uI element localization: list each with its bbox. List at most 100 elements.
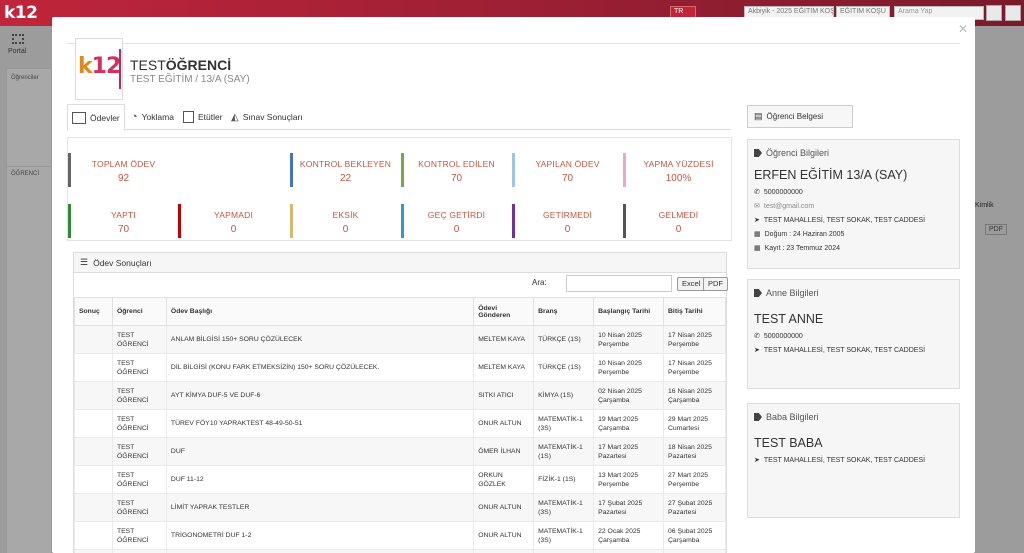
close-icon[interactable]: ✕: [956, 22, 970, 36]
table-cell: TÜRKÇE (1S): [533, 325, 595, 354]
table-cell: ONUR ALTUN: [473, 549, 535, 553]
column-header-2[interactable]: Ödev Başlığı: [165, 297, 475, 326]
stat-stats_bottom-5: GELMEDİ 0: [623, 204, 731, 238]
tag-icon: [754, 413, 762, 421]
student-email: ✉ test@gmail.com: [754, 202, 815, 211]
table-cell: MELTEM KAYA: [473, 353, 535, 382]
table-cell: 17 Nisan 2025 Perşembe: [663, 353, 726, 382]
column-header-0[interactable]: Sonuç: [74, 297, 113, 326]
tab-yoklama[interactable]: ◔ Yoklama: [127, 104, 178, 130]
table-cell: 27 Şubat 2025 Pazartesi: [663, 493, 726, 522]
table-row[interactable]: TEST ÖĞRENCİ TÜREV FÖY10 YAPRAKTEST 48-49…: [74, 409, 726, 438]
stat-stats_top-1: KONTROL BEKLEYEN 22: [290, 153, 398, 187]
table-cell: 19 Mart 2025 Çarşamba: [593, 409, 665, 438]
table-cell: 16 Ocak 2025: [663, 549, 726, 553]
table-cell: TÜRKÇE (1S): [533, 353, 595, 382]
table-cell: 27 Mart 2025 Perşembe: [663, 465, 726, 494]
tab-odevler[interactable]: Ödevler: [67, 104, 125, 131]
stat-value: 0: [453, 224, 460, 235]
bg-panel-label: Öğrenciler: [11, 75, 39, 81]
column-header-4[interactable]: Branş: [533, 297, 595, 326]
phone-icon: ✆: [754, 189, 760, 196]
area-chart-icon: ◭: [231, 111, 239, 123]
table-cell: 10 Nisan 2025 Perşembe: [593, 353, 665, 382]
table-cell: [74, 409, 113, 438]
search-icon[interactable]: [986, 5, 1002, 21]
table-cell: DUF 11-12: [165, 465, 475, 494]
table-search-input[interactable]: [566, 275, 672, 292]
calendar-icon: ▦: [754, 231, 761, 238]
column-header-1[interactable]: Öğrenci: [111, 297, 167, 326]
stat-value: 70: [561, 173, 574, 184]
table-cell: TEST ÖĞRENCİ: [111, 381, 167, 410]
table-cell: ONUR ALTUN: [473, 493, 535, 522]
stat-stats_bottom-2: EKSİK 0: [290, 204, 398, 238]
stat-label: EKSİK: [332, 210, 359, 220]
table-cell: MATEMATİK-1: [533, 549, 595, 553]
stat-label: KONTROL BEKLEYEN: [299, 159, 392, 169]
tab-etutler[interactable]: Etütler: [179, 104, 227, 130]
table-cell: 17 Şubat 2025 Pazartesi: [593, 493, 665, 522]
bg-list-label: ÖĞRENCİ: [11, 171, 40, 177]
table-cell: [74, 353, 113, 382]
bg-kimlik-button[interactable]: Kimlik: [975, 202, 994, 209]
table-row[interactable]: TEST ÖĞRENCİ TRİGONOMETRİ DUF 1-2 ONUR ALT…: [74, 521, 726, 550]
school-logo: k12: [75, 38, 123, 100]
stat-stats_top-4: YAPMA YÜZDESİ 100%: [623, 153, 731, 187]
table-cell: TRİGONOMETRİ 19-20-21-22-23-25-26 YAPRAK…: [165, 549, 475, 553]
student-birth: ▦ Doğum : 24 Haziran 2005: [754, 230, 845, 239]
table-cell: 16 Nisan 2025 Çarşamba: [663, 381, 726, 410]
table-cell: [74, 325, 113, 354]
stat-stats_bottom-0: YAPTI 70: [68, 204, 176, 238]
table-row[interactable]: TEST ÖĞRENCİ LİMİT YAPRAK TESTLER ONUR ALT…: [74, 493, 726, 522]
results-table: Sonuç Öğrenci Ödev Başlığı Ödevi Gönderen Br…: [74, 297, 726, 553]
table-row[interactable]: TEST ÖĞRENCİ ANLAM BİLGİSİ 150+ SORU ÇÖZÜ…: [74, 325, 726, 354]
table-cell: 17 Mart 2025 Pazartesi: [593, 437, 665, 466]
logo-k: k: [78, 54, 93, 79]
location-arrow-icon: ➤: [754, 347, 760, 354]
student-document-button[interactable]: ▤ Öğrenci Belgesi: [747, 105, 853, 128]
table-cell: LİMİT YAPRAK TESTLER: [165, 493, 475, 522]
bg-list: ÖĞRENCİ: [6, 166, 52, 553]
stat-stats_top-3: YAPILAN ÖDEV 70: [512, 153, 620, 187]
table-row[interactable]: TEST ÖĞRENCİ AYT KİMYA DUF-5 VE DUF-6 SITK…: [74, 381, 726, 410]
rss-icon: ◔: [131, 111, 138, 123]
phone-icon: ✆: [754, 333, 760, 340]
column-header-3[interactable]: Ödevi Gönderen: [473, 297, 535, 326]
mother-address: ➤ TEST MAHALLESİ, TEST SOKAK, TEST CADDES…: [754, 346, 926, 355]
table-cell: TEST ÖĞRENCİ: [111, 409, 167, 438]
column-header-5[interactable]: Başlangıç Tarihi: [593, 297, 665, 326]
table-cell: KİMYA (1S): [533, 381, 595, 410]
table-row[interactable]: TEST ÖĞRENCİ DUF 11-12 ORKUN GÖZLEK FİZİK-1…: [74, 465, 726, 494]
table-cell: DUF: [165, 437, 475, 466]
table-row[interactable]: TEST ÖĞRENCİ DİL BİLGİSİ (KONU FARK ETMEK…: [74, 353, 726, 382]
stat-value: 0: [675, 224, 682, 235]
app-logo[interactable]: k12: [4, 3, 38, 23]
settings-icon[interactable]: [1005, 5, 1021, 21]
stat-value: 0: [342, 224, 349, 235]
table-cell: TEST: [111, 549, 167, 553]
pdf-button[interactable]: PDF: [703, 277, 728, 291]
tab-sinav-sonuclari[interactable]: ◭ Sınav Sonuçları: [227, 104, 307, 130]
table-cell: [74, 381, 113, 410]
table-cell: MATEMATİK-1 (1S): [533, 437, 595, 466]
location-arrow-icon: ➤: [754, 457, 760, 464]
apps-grid-icon[interactable]: [12, 34, 24, 44]
table-row[interactable]: TEST ÖĞRENCİ DUF ÖMER İLHAN MATEMATİK-1 (1S…: [74, 437, 726, 466]
column-header-6[interactable]: Bitiş Tarihi: [663, 297, 726, 326]
stat-label: YAPTI: [111, 210, 136, 220]
excel-button[interactable]: Excel: [677, 277, 706, 291]
table-cell: 17 Nisan 2025 Perşembe: [663, 325, 726, 354]
table-cell: TEST ÖĞRENCİ: [111, 353, 167, 382]
stat-value: 70: [450, 173, 463, 184]
stat-label: YAPILAN ÖDEV: [535, 159, 600, 169]
stat-label: GETİRMEDİ: [542, 210, 593, 220]
nav-portal[interactable]: Portal: [8, 48, 26, 55]
table-row[interactable]: TESTTRİGONOMETRİ 19-20-21-22-23-25-26 YA…: [74, 549, 726, 553]
student-class: TEST EĞİTİM / 13/A (SAY): [130, 74, 250, 85]
table-cell: TEST ÖĞRENCİ: [111, 465, 167, 494]
bg-pdf-button[interactable]: PDF: [985, 224, 1007, 235]
calendar-icon: [183, 111, 194, 123]
tag-icon: [754, 289, 762, 297]
table-cell: ONUR ALTUN: [473, 409, 535, 438]
